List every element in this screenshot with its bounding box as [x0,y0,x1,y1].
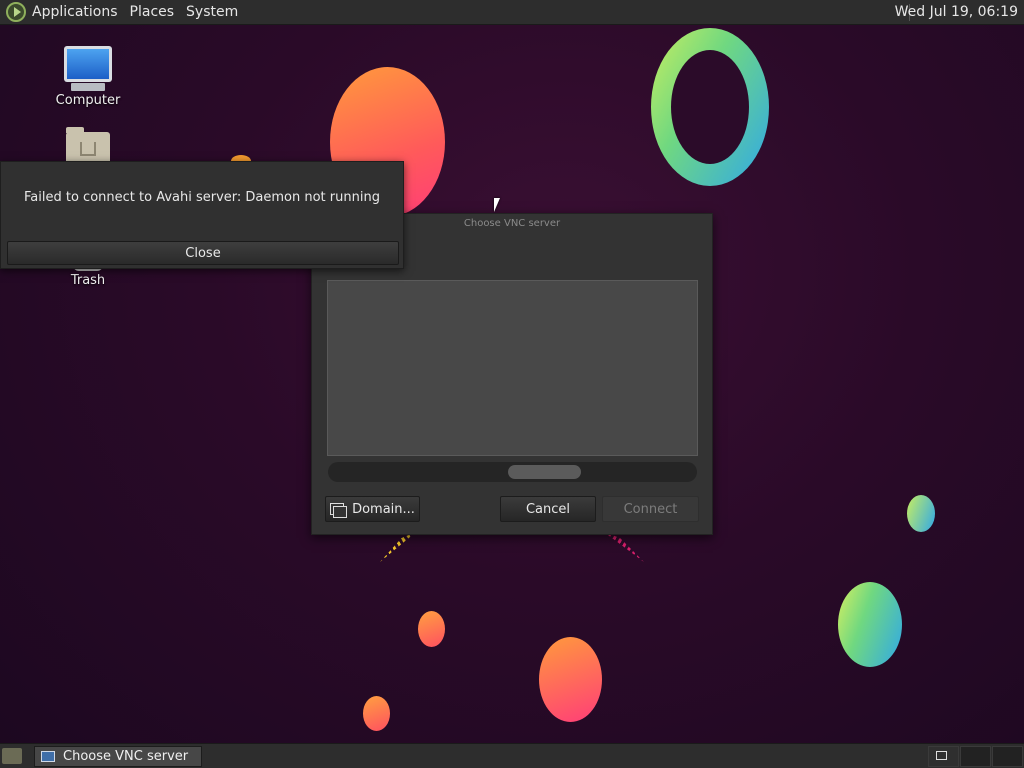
connect-button-label: Connect [623,501,678,517]
wallpaper-orange-blob [418,611,445,647]
menu-logo-icon[interactable] [6,2,26,22]
horizontal-scrollbar[interactable] [328,462,697,482]
error-message: Failed to connect to Avahi server: Daemo… [24,190,380,205]
close-button[interactable]: Close [7,241,399,265]
menu-system[interactable]: System [180,0,244,25]
windows-icon [330,503,348,518]
error-popup: Failed to connect to Avahi server: Daemo… [0,161,404,269]
taskbar-item-vnc[interactable]: Choose VNC server [34,746,202,767]
mouse-cursor-icon [494,198,500,212]
workspace-2[interactable] [960,746,991,767]
domain-button-label: Domain... [352,501,415,517]
window-icon [41,751,55,762]
wallpaper-orange-blob [363,696,390,731]
close-button-label: Close [185,245,221,261]
top-panel: Applications Places System Wed Jul 19, 0… [0,0,1024,25]
wallpaper-yellow-streak [380,532,416,562]
clock[interactable]: Wed Jul 19, 06:19 [895,0,1018,25]
menu-applications[interactable]: Applications [26,0,124,25]
computer-icon [64,46,112,82]
cancel-button[interactable]: Cancel [500,496,596,522]
scrollbar-thumb[interactable] [508,465,581,479]
bottom-panel: Choose VNC server [0,743,1024,768]
wallpaper-orange-blob [539,637,602,722]
menu-places[interactable]: Places [124,0,181,25]
show-desktop-icon[interactable] [2,748,22,764]
wallpaper-pink-streak [604,532,644,562]
desktop-icon-label: Trash [70,273,106,288]
domain-button[interactable]: Domain... [325,496,420,522]
workspace-1[interactable] [928,746,959,767]
connect-button[interactable]: Connect [602,496,699,522]
desktop-icon-label: Computer [55,93,121,108]
desktop-icon-computer[interactable]: Computer [43,46,133,108]
cancel-button-label: Cancel [525,501,571,517]
wallpaper-green-blob [838,582,902,667]
taskbar-item-label: Choose VNC server [63,749,189,764]
wallpaper-ring [651,28,769,186]
server-list[interactable] [327,280,698,456]
workspace-3[interactable] [992,746,1023,767]
wallpaper-green-blob [907,495,935,532]
